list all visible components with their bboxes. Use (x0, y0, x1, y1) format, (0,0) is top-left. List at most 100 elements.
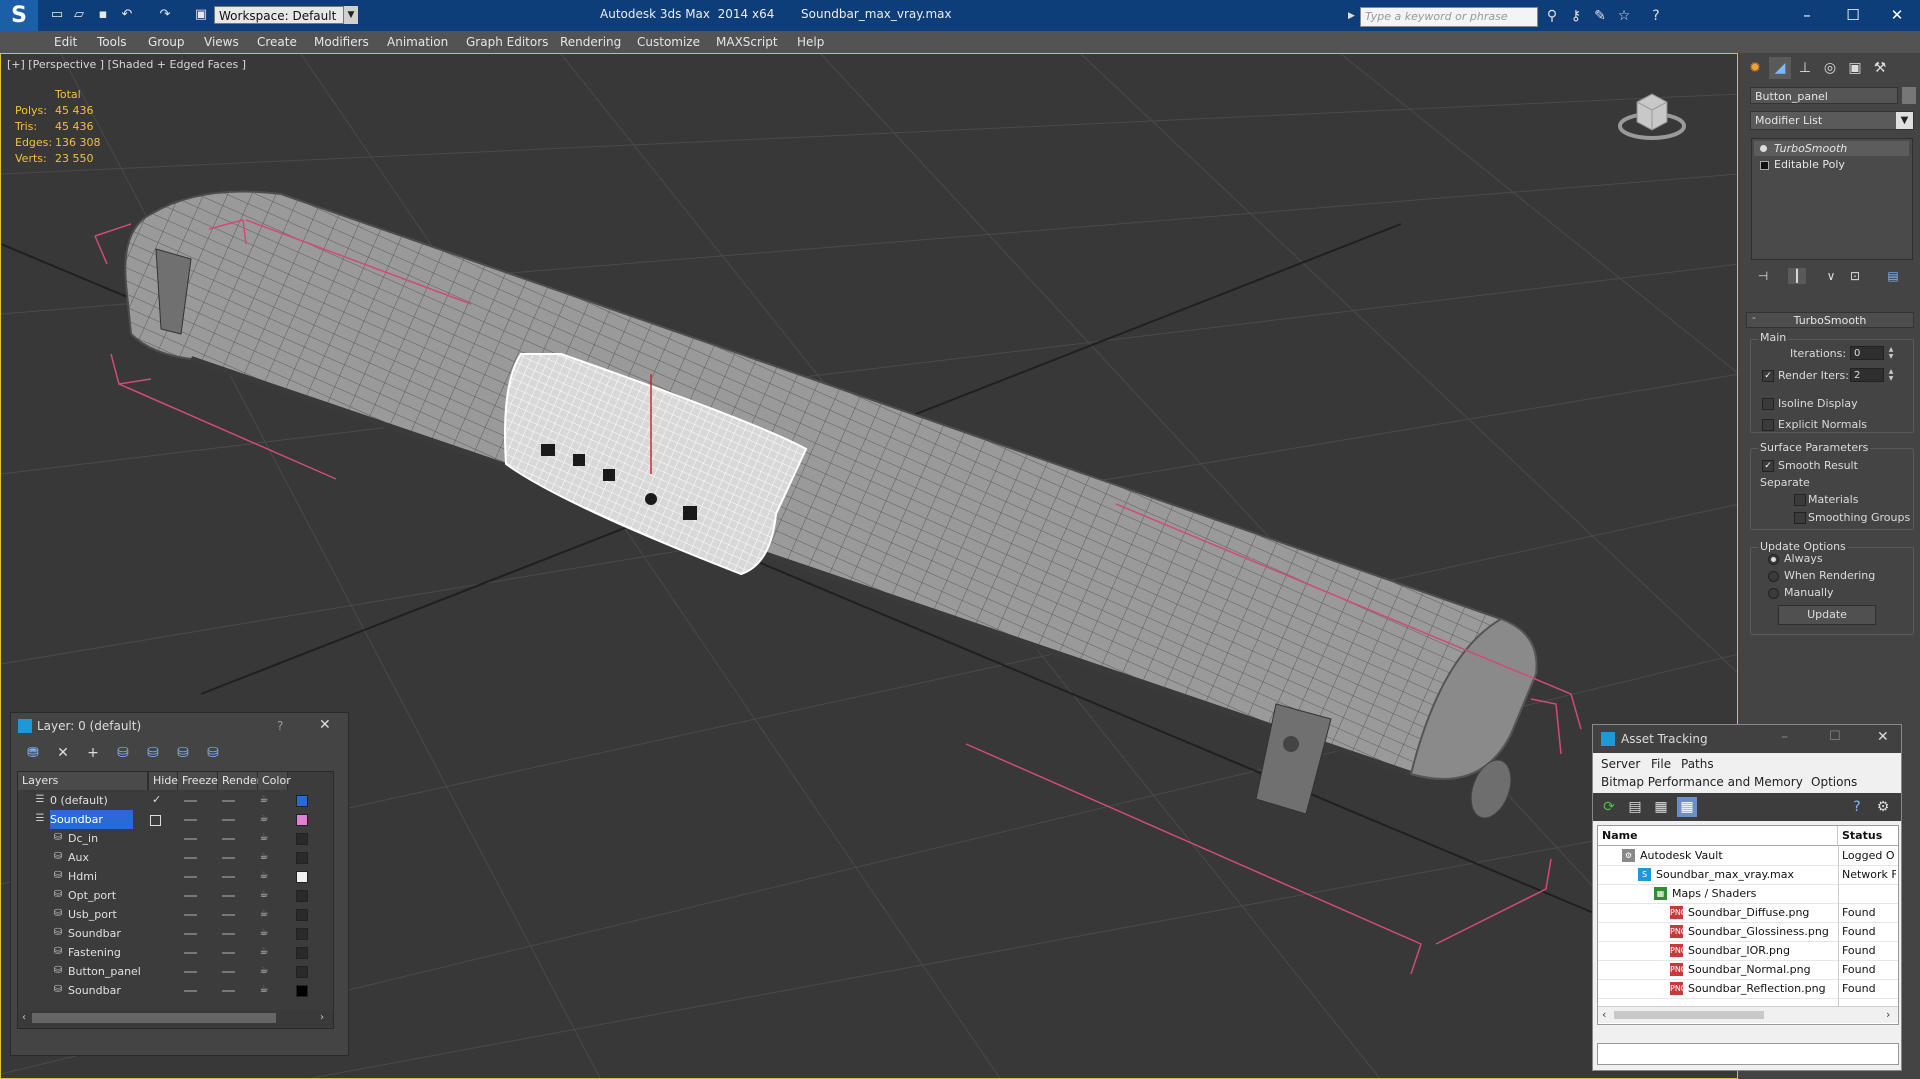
asset-scrollbar[interactable]: ‹ › (1598, 1006, 1898, 1023)
smoothing-groups-checkbox[interactable] (1794, 512, 1806, 524)
asset-row[interactable]: ⚙ Autodesk Vault Logged O (1598, 846, 1898, 866)
layer-name[interactable]: Soundbar (68, 981, 121, 1000)
col-status[interactable]: Status (1838, 826, 1898, 846)
select-objects-icon[interactable]: ⛁ (113, 743, 133, 763)
layer-color-swatch[interactable] (296, 928, 308, 940)
manually-radio[interactable] (1768, 588, 1779, 599)
menu-server[interactable]: Server (1601, 757, 1640, 771)
freeze-toggle[interactable] (222, 990, 235, 992)
layer-name[interactable]: Fastening (68, 943, 121, 962)
settings-icon[interactable]: ⚙ (1873, 797, 1893, 817)
menu-maxscript[interactable]: MAXScript (716, 31, 778, 53)
scroll-left-icon[interactable]: ‹ (1602, 1008, 1606, 1021)
layer-name[interactable]: Hdmi (68, 867, 97, 886)
collapse-icon[interactable]: - (1752, 313, 1756, 324)
hide-toggle[interactable] (184, 933, 197, 935)
hide-toggle[interactable] (184, 895, 197, 897)
render-teapot-icon[interactable]: ☕ (258, 794, 270, 806)
asset-name[interactable]: Soundbar_Glossiness.png (1688, 922, 1829, 941)
freeze-toggle[interactable] (222, 895, 235, 897)
render-teapot-icon[interactable]: ☕ (258, 908, 270, 920)
help-icon[interactable]: ? (277, 719, 283, 733)
menu-graph-editors[interactable]: Graph Editors (466, 31, 548, 53)
layer-color-swatch[interactable] (296, 852, 308, 864)
hide-toggle[interactable] (184, 838, 197, 840)
col-hide[interactable]: Hide (148, 772, 178, 790)
menu-edit[interactable]: Edit (54, 31, 77, 53)
when-rendering-radio[interactable] (1768, 571, 1779, 582)
col-render[interactable]: Render (218, 772, 261, 790)
asset-name[interactable]: Soundbar_Reflection.png (1688, 979, 1826, 998)
asset-path-field[interactable] (1597, 1043, 1899, 1065)
scroll-right-icon[interactable]: › (320, 1012, 324, 1023)
maximize-icon[interactable]: ☐ (1829, 729, 1841, 744)
layer-color-swatch[interactable] (296, 947, 308, 959)
modifier-list-dropdown[interactable]: Modifier List (1750, 111, 1914, 130)
motion-tab-icon[interactable]: ◎ (1819, 57, 1841, 79)
minimize-icon[interactable]: – (1784, 0, 1830, 31)
asset-name[interactable]: Maps / Shaders (1672, 884, 1756, 903)
render-iters-spinner[interactable]: 2 (1850, 368, 1884, 382)
show-end-result-icon[interactable]: ┃ (1788, 268, 1806, 284)
menu-bitmap-performance[interactable]: Bitmap Performance and Memory (1601, 775, 1803, 789)
asset-name[interactable]: Soundbar_Normal.png (1688, 960, 1811, 979)
menu-tools[interactable]: Tools (97, 31, 127, 53)
open-file-icon[interactable]: ▱ (70, 7, 88, 23)
freeze-toggle[interactable] (222, 857, 235, 859)
hide-toggle[interactable] (184, 952, 197, 954)
close-icon[interactable]: ✕ (1874, 0, 1920, 31)
layer-row[interactable]: ⛁ Dc_in ☕ (18, 829, 333, 848)
layer-row[interactable]: ⛁ Aux ☕ (18, 848, 333, 867)
chevron-down-icon[interactable]: ▼ (344, 6, 358, 24)
always-radio[interactable] (1768, 554, 1779, 565)
undo-icon[interactable]: ↶ (118, 7, 136, 23)
freeze-toggle[interactable] (222, 838, 235, 840)
layer-row[interactable]: ⛁ Soundbar ☕ (18, 981, 333, 1000)
layer-row[interactable]: ☰ 0 (default) ✓ ☕ (18, 791, 333, 810)
col-freeze[interactable]: Freeze (178, 772, 218, 790)
app-logo-icon[interactable]: S (0, 0, 38, 31)
asset-row[interactable]: PNG Soundbar_Normal.png Found (1598, 960, 1898, 980)
isoline-display-checkbox[interactable] (1762, 398, 1774, 410)
layer-row[interactable]: ⛁ Fastening ☕ (18, 943, 333, 962)
freeze-toggle[interactable] (222, 952, 235, 954)
layer-color-swatch[interactable] (296, 833, 308, 845)
smooth-result-checkbox[interactable]: ✓ (1762, 460, 1774, 472)
asset-name[interactable]: Soundbar_Diffuse.png (1688, 903, 1809, 922)
freeze-toggle[interactable] (222, 933, 235, 935)
display-tab-icon[interactable]: ▣ (1844, 57, 1866, 79)
delete-layer-icon[interactable]: ✕ (53, 743, 73, 763)
hide-toggle[interactable] (184, 971, 197, 973)
render-teapot-icon[interactable]: ☕ (258, 946, 270, 958)
stack-item-editable-poly[interactable]: Editable Poly (1754, 157, 1909, 172)
asset-row[interactable]: PNG Soundbar_Diffuse.png Found (1598, 903, 1898, 923)
hide-toggle[interactable] (184, 990, 197, 992)
spinner-arrows-icon[interactable]: ▲ ▼ (1886, 368, 1896, 382)
freeze-toggle[interactable] (222, 971, 235, 973)
asset-row[interactable]: PNG Soundbar_Glossiness.png Found (1598, 922, 1898, 942)
freeze-toggle[interactable] (222, 819, 235, 821)
object-color-swatch[interactable] (1902, 87, 1916, 104)
highlight-layer-icon[interactable]: ⛁ (143, 743, 163, 763)
render-teapot-icon[interactable]: ☕ (258, 889, 270, 901)
render-iters-checkbox[interactable]: ✓ (1762, 370, 1774, 382)
turbosmooth-rollout-title[interactable]: TurboSmooth (1746, 312, 1914, 328)
asset-name[interactable]: Soundbar_max_vray.max (1656, 865, 1794, 884)
layer-color-swatch[interactable] (296, 795, 308, 807)
create-layer-icon[interactable]: ⛃ (23, 743, 43, 763)
scroll-thumb[interactable] (1614, 1011, 1764, 1019)
asset-row[interactable]: ▦ Maps / Shaders (1598, 884, 1898, 904)
scroll-left-icon[interactable]: ‹ (22, 1012, 26, 1023)
layer-scrollbar[interactable]: ‹ › (18, 1010, 333, 1026)
asset-row[interactable]: PNG Soundbar_IOR.png Found (1598, 941, 1898, 961)
scroll-right-icon[interactable]: › (1886, 1008, 1890, 1021)
layer-row[interactable]: ☰ Soundbar ☕ (18, 810, 333, 829)
help-icon[interactable]: ? (1646, 7, 1666, 25)
freeze-toggle[interactable] (222, 800, 235, 802)
freeze-toggle[interactable] (222, 914, 235, 916)
layer-row[interactable]: ⛁ Usb_port ☕ (18, 905, 333, 924)
menu-rendering[interactable]: Rendering (560, 31, 621, 53)
layer-name[interactable]: Dc_in (68, 829, 98, 848)
utilities-tab-icon[interactable]: ⚒ (1869, 57, 1891, 79)
menu-help[interactable]: Help (797, 31, 824, 53)
